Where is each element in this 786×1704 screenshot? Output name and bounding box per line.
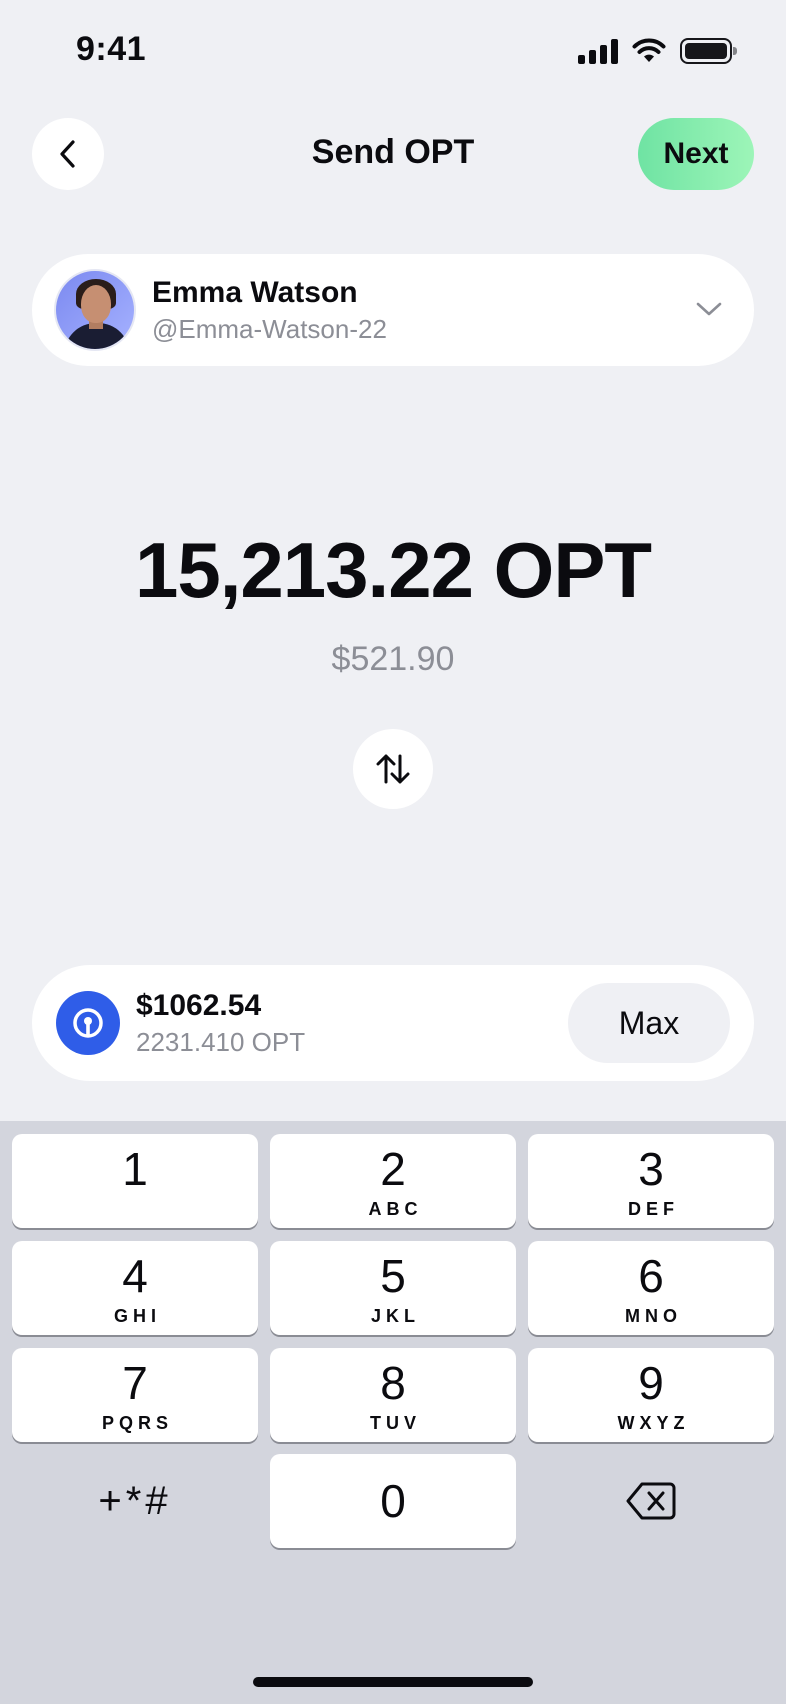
key-3[interactable]: 3 DEF — [528, 1134, 774, 1228]
key-digit: 8 — [380, 1357, 406, 1409]
key-2[interactable]: 2 ABC — [270, 1134, 516, 1228]
backspace-icon — [626, 1482, 676, 1520]
swap-currency-button[interactable] — [353, 729, 433, 809]
numeric-keypad: 1 2 ABC 3 DEF 4 GHI 5 JKL 6 MNO 7 PQRS 8… — [0, 1121, 786, 1704]
key-5[interactable]: 5 JKL — [270, 1241, 516, 1335]
fiat-amount: $521.90 — [331, 640, 455, 678]
status-icons — [578, 38, 737, 64]
key-digit: 6 — [638, 1250, 664, 1302]
avatar — [54, 269, 136, 351]
key-digit: 3 — [638, 1143, 664, 1195]
balance-card: $1062.54 2231.410 OPT Max — [32, 965, 754, 1081]
key-9[interactable]: 9 WXYZ — [528, 1348, 774, 1442]
battery-icon — [680, 38, 737, 64]
key-letters: PQRS — [101, 1413, 173, 1433]
balance-fiat: $1062.54 — [136, 989, 262, 1022]
key-letters: DEF — [628, 1199, 679, 1219]
wifi-icon — [632, 38, 666, 62]
status-time: 9:41 — [76, 30, 147, 68]
key-0[interactable]: 0 — [270, 1454, 516, 1548]
key-4[interactable]: 4 GHI — [12, 1241, 258, 1335]
key-digit: 9 — [638, 1357, 664, 1409]
recipient-handle: @Emma-Watson-22 — [152, 314, 387, 344]
key-6[interactable]: 6 MNO — [528, 1241, 774, 1335]
token-amount: 15,213.22 OPT — [134, 526, 652, 614]
key-letters: JKL — [370, 1306, 420, 1326]
key-digit: 2 — [380, 1143, 406, 1195]
balance-token: 2231.410 OPT — [136, 1027, 306, 1057]
opt-token-icon — [56, 991, 120, 1055]
key-8[interactable]: 8 TUV — [270, 1348, 516, 1442]
status-bar: 9:41 — [0, 0, 786, 100]
key-letters: TUV — [370, 1413, 421, 1433]
key-digit: 1 — [122, 1143, 148, 1195]
key-letters: WXYZ — [617, 1413, 690, 1433]
key-letters: MNO — [625, 1306, 682, 1326]
chevron-down-icon — [696, 302, 722, 316]
swap-arrows-icon — [376, 754, 410, 784]
key-digit: 4 — [122, 1250, 148, 1302]
max-button[interactable]: Max — [568, 983, 730, 1063]
symbols-label: +*# — [98, 1478, 172, 1523]
key-digit: 0 — [380, 1475, 406, 1527]
recipient-name: Emma Watson — [152, 276, 358, 309]
delete-key[interactable] — [528, 1454, 774, 1548]
cellular-signal-icon — [578, 38, 618, 64]
key-symbols[interactable]: +*# — [12, 1454, 258, 1548]
key-1[interactable]: 1 — [12, 1134, 258, 1228]
key-digit: 7 — [122, 1357, 148, 1409]
recipient-selector[interactable]: Emma Watson @Emma-Watson-22 — [32, 254, 754, 366]
key-7[interactable]: 7 PQRS — [12, 1348, 258, 1442]
key-digit: 5 — [380, 1250, 406, 1302]
key-letters: ABC — [368, 1199, 423, 1219]
key-letters: GHI — [113, 1306, 161, 1326]
next-button[interactable]: Next — [638, 118, 754, 190]
home-indicator — [253, 1677, 533, 1687]
